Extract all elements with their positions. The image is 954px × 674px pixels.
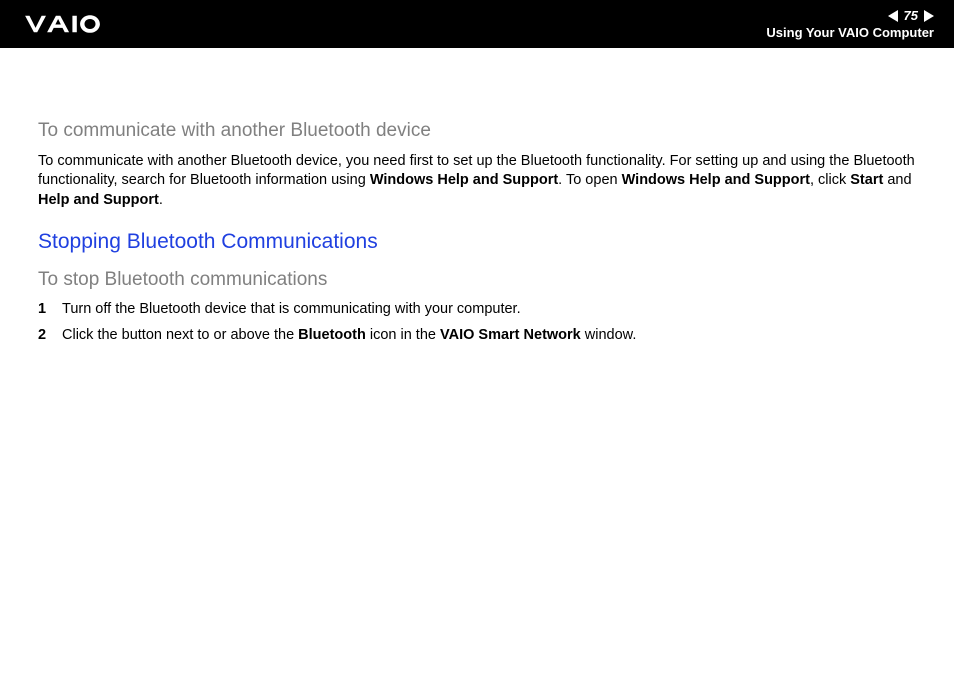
page-content: To communicate with another Bluetooth de… <box>0 48 954 345</box>
subheading-stop: To stop Bluetooth communications <box>38 267 916 293</box>
section-title: Using Your VAIO Computer <box>766 25 934 40</box>
step-text: Turn off the Bluetooth device that is co… <box>62 300 916 320</box>
step-1: 1 Turn off the Bluetooth device that is … <box>38 300 916 320</box>
page-header: 75 Using Your VAIO Computer <box>0 0 954 48</box>
page-nav: 75 <box>888 8 934 23</box>
vaio-logo <box>24 13 134 35</box>
paragraph-intro: To communicate with another Bluetooth de… <box>38 152 916 211</box>
bold-text: Help and Support <box>38 192 159 208</box>
text: . <box>159 192 163 208</box>
bold-text: Windows Help and Support <box>622 172 810 188</box>
bold-text: Windows Help and Support <box>370 172 558 188</box>
step-number: 1 <box>38 300 62 320</box>
step-text: Click the button next to or above the Bl… <box>62 326 916 346</box>
step-number: 2 <box>38 326 62 346</box>
text: . To open <box>558 172 621 188</box>
bold-text: VAIO Smart Network <box>440 327 581 343</box>
bold-text: Bluetooth <box>298 327 366 343</box>
subheading-communicate: To communicate with another Bluetooth de… <box>38 118 916 144</box>
header-right: 75 Using Your VAIO Computer <box>766 8 934 40</box>
bold-text: Start <box>850 172 883 188</box>
prev-page-arrow-icon[interactable] <box>888 10 898 22</box>
text: and <box>883 172 911 188</box>
text: window. <box>581 327 637 343</box>
text: icon in the <box>366 327 440 343</box>
heading-stopping: Stopping Bluetooth Communications <box>38 228 916 256</box>
next-page-arrow-icon[interactable] <box>924 10 934 22</box>
page-number: 75 <box>904 8 918 23</box>
text: , click <box>810 172 850 188</box>
text: Click the button next to or above the <box>62 327 298 343</box>
step-2: 2 Click the button next to or above the … <box>38 326 916 346</box>
